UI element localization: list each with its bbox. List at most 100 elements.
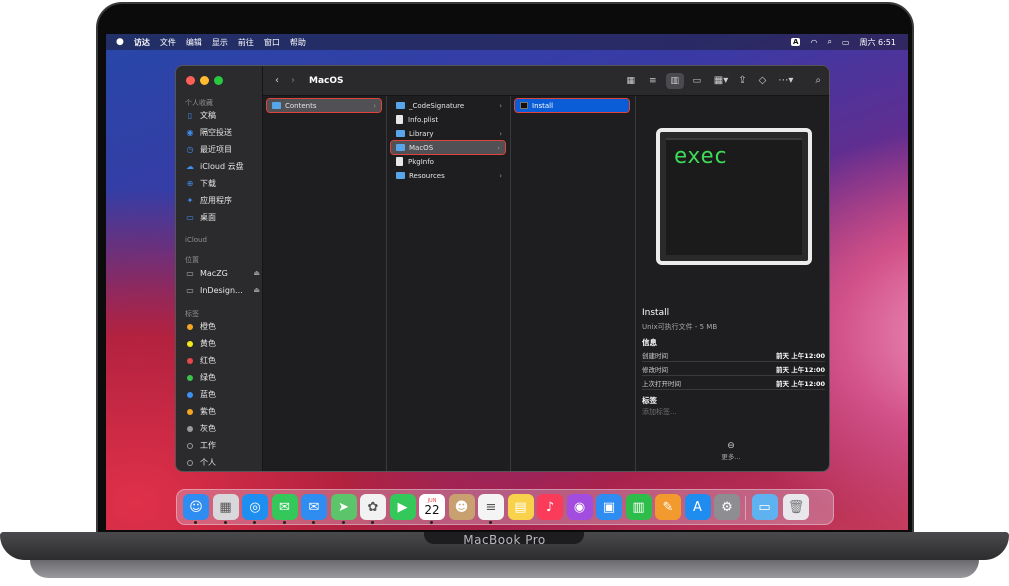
add-tag-input[interactable]: 添加标签... [642, 407, 677, 417]
contacts-icon[interactable]: ☻ [448, 494, 475, 520]
sidebar-tag-6[interactable]: 灰色 [185, 423, 260, 434]
tag-color-dot-icon [187, 340, 193, 347]
folder-icon [396, 144, 405, 151]
calendar-icon[interactable]: JUN 22 [419, 494, 445, 524]
control-center-icon[interactable]: ▭ [842, 38, 850, 47]
list-view-button[interactable]: ≡ [644, 73, 662, 89]
forward-button[interactable]: › [291, 72, 295, 90]
column-view-button[interactable]: ▥ [665, 72, 684, 89]
app-store-icon[interactable]: A [684, 494, 711, 520]
sidebar-tag-4[interactable]: 蓝色 [185, 389, 260, 400]
more-button[interactable]: ⊖ 更多... [716, 441, 746, 461]
column-2: _CodeSignature › Info.plist Library › MacO… [387, 96, 511, 471]
airdrop-icon: ◉ [186, 128, 194, 137]
keynote-icon[interactable]: ▣ [596, 494, 622, 520]
list-item[interactable]: Library › [391, 127, 507, 140]
chevron-right-icon: › [497, 143, 500, 152]
menu-edit[interactable]: 编辑 [186, 37, 202, 48]
sidebar-item-maczg[interactable]: ▭ MacZG ⏏ [185, 268, 260, 278]
safari-icon[interactable]: ◎ [242, 494, 268, 524]
icon-view-button[interactable]: ▦ [622, 73, 640, 89]
macbook-frame: MacBook Pro ● 访达 文件 编辑 显示 前往 窗口 帮助 A ◠ ⌕… [0, 0, 1009, 586]
gallery-view-button[interactable]: ▭ [688, 73, 706, 89]
menu-go[interactable]: 前往 [238, 37, 254, 48]
sidebar-tag-1[interactable]: 黄色 [185, 338, 260, 349]
preview-info-header: 信息 [642, 338, 657, 347]
preview-pane: exec Install Unix可执行文件 - 5 MB 信息 创建时间 前天 … [636, 96, 829, 471]
sidebar-item-documents[interactable]: ▯ 文稿 [185, 110, 260, 121]
list-item-contents[interactable]: Contents › [266, 98, 382, 113]
notes-icon[interactable]: ▤ [507, 494, 534, 520]
sidebar-item-indesign[interactable]: ▭ InDesign... ⏏ [185, 285, 260, 295]
podcasts-icon[interactable]: ◉ [566, 494, 593, 520]
downloads-folder-icon[interactable]: ▭ [751, 494, 778, 520]
menu-help[interactable]: 帮助 [290, 37, 306, 48]
maps-icon[interactable]: ➤ [330, 494, 357, 524]
input-source-icon[interactable]: A [791, 38, 801, 46]
folder-icon [396, 172, 405, 179]
cloud-icon: ☁ [186, 162, 194, 171]
desktop: ● 访达 文件 编辑 显示 前往 窗口 帮助 A ◠ ⌕ ▭ 周六 6:51 个… [106, 34, 908, 530]
column-3: Install [511, 96, 636, 471]
list-item[interactable]: Resources › [391, 169, 507, 182]
action-button[interactable]: ⋯▾ [778, 72, 793, 90]
list-item-install[interactable]: Install [514, 98, 630, 113]
eject-icon[interactable]: ⏏ [253, 269, 260, 277]
menu-file[interactable]: 文件 [160, 37, 176, 48]
zoom-button[interactable] [214, 76, 223, 85]
sidebar-tag-0[interactable]: 橙色 [185, 321, 260, 332]
finder-icon[interactable]: ☺ [183, 494, 209, 524]
messages-icon[interactable]: ✉ [271, 494, 298, 524]
system-preferences-icon[interactable]: ⚙ [714, 494, 740, 520]
mail-icon[interactable]: ✉ [301, 494, 327, 524]
sidebar-item-desktop[interactable]: ▭ 桌面 [185, 212, 260, 223]
preview-kind: Unix可执行文件 - 5 MB [642, 323, 718, 331]
numbers-icon[interactable]: ▥ [625, 494, 652, 520]
list-item[interactable]: PkgInfo [391, 155, 507, 168]
list-item[interactable]: Info.plist [391, 113, 507, 126]
sidebar-item-applications[interactable]: ✦ 应用程序 [185, 195, 260, 206]
disk-icon: ▭ [186, 285, 194, 295]
finder-window: 个人收藏 ▯ 文稿 ◉ 隔空投送 ◷ 最近项目 ☁ iCloud 云盘 ⊕ 下载 ✦ 应用程… [175, 65, 830, 472]
reminders-icon[interactable]: ≡ [478, 494, 504, 524]
executable-icon [520, 102, 528, 109]
search-icon[interactable]: ⌕ [815, 72, 821, 90]
list-item[interactable]: _CodeSignature › [391, 99, 507, 112]
sidebar-item-icloud-drive[interactable]: ☁ iCloud 云盘 [185, 161, 260, 172]
menu-view[interactable]: 显示 [212, 37, 228, 48]
sidebar-item-downloads[interactable]: ⊕ 下载 [185, 178, 260, 189]
sidebar-item-airdrop[interactable]: ◉ 隔空投送 [185, 127, 260, 138]
music-icon[interactable]: ♪ [537, 494, 563, 520]
column-1: Contents › [263, 96, 387, 471]
photos-icon[interactable]: ✿ [360, 494, 386, 524]
wifi-icon[interactable]: ◠ [810, 38, 817, 47]
sidebar-tag-3[interactable]: 绿色 [185, 372, 260, 383]
eject-icon[interactable]: ⏏ [253, 286, 260, 294]
tag-color-dot-icon [187, 374, 193, 381]
sidebar-tag-2[interactable]: 红色 [185, 355, 260, 366]
pages-icon[interactable]: ✎ [655, 494, 681, 520]
facetime-icon[interactable]: ▶ [389, 494, 416, 520]
menu-finder[interactable]: 访达 [134, 37, 150, 48]
document-icon: ▯ [187, 111, 193, 120]
list-item-macos[interactable]: MacOS › [390, 140, 506, 155]
folder-icon [396, 130, 405, 137]
minimize-button[interactable] [200, 76, 209, 85]
tag-button[interactable]: ◇ [759, 72, 767, 90]
sidebar-tag-5[interactable]: 紫色 [185, 406, 260, 417]
back-button[interactable]: ‹ [275, 72, 279, 90]
sidebar-item-recents[interactable]: ◷ 最近项目 [185, 144, 260, 155]
trash-icon[interactable]: 🗑 [783, 494, 809, 520]
close-button[interactable] [186, 76, 195, 85]
sidebar-tag-7[interactable]: 工作 [185, 440, 260, 451]
share-button[interactable]: ⇪ [738, 72, 746, 90]
preview-tags-header: 标签 [642, 396, 657, 405]
spotlight-icon[interactable]: ⌕ [827, 37, 831, 47]
info-row-created: 创建时间 前天 上午12:00 [642, 349, 825, 362]
group-button[interactable]: ▦▾ [714, 72, 728, 90]
sidebar-tag-8[interactable]: 个人 [185, 457, 260, 468]
apple-menu-icon[interactable]: ● [116, 37, 124, 47]
menu-clock[interactable]: 周六 6:51 [859, 37, 896, 48]
launchpad-icon[interactable]: ▦ [212, 494, 239, 524]
menu-window[interactable]: 窗口 [264, 37, 280, 48]
